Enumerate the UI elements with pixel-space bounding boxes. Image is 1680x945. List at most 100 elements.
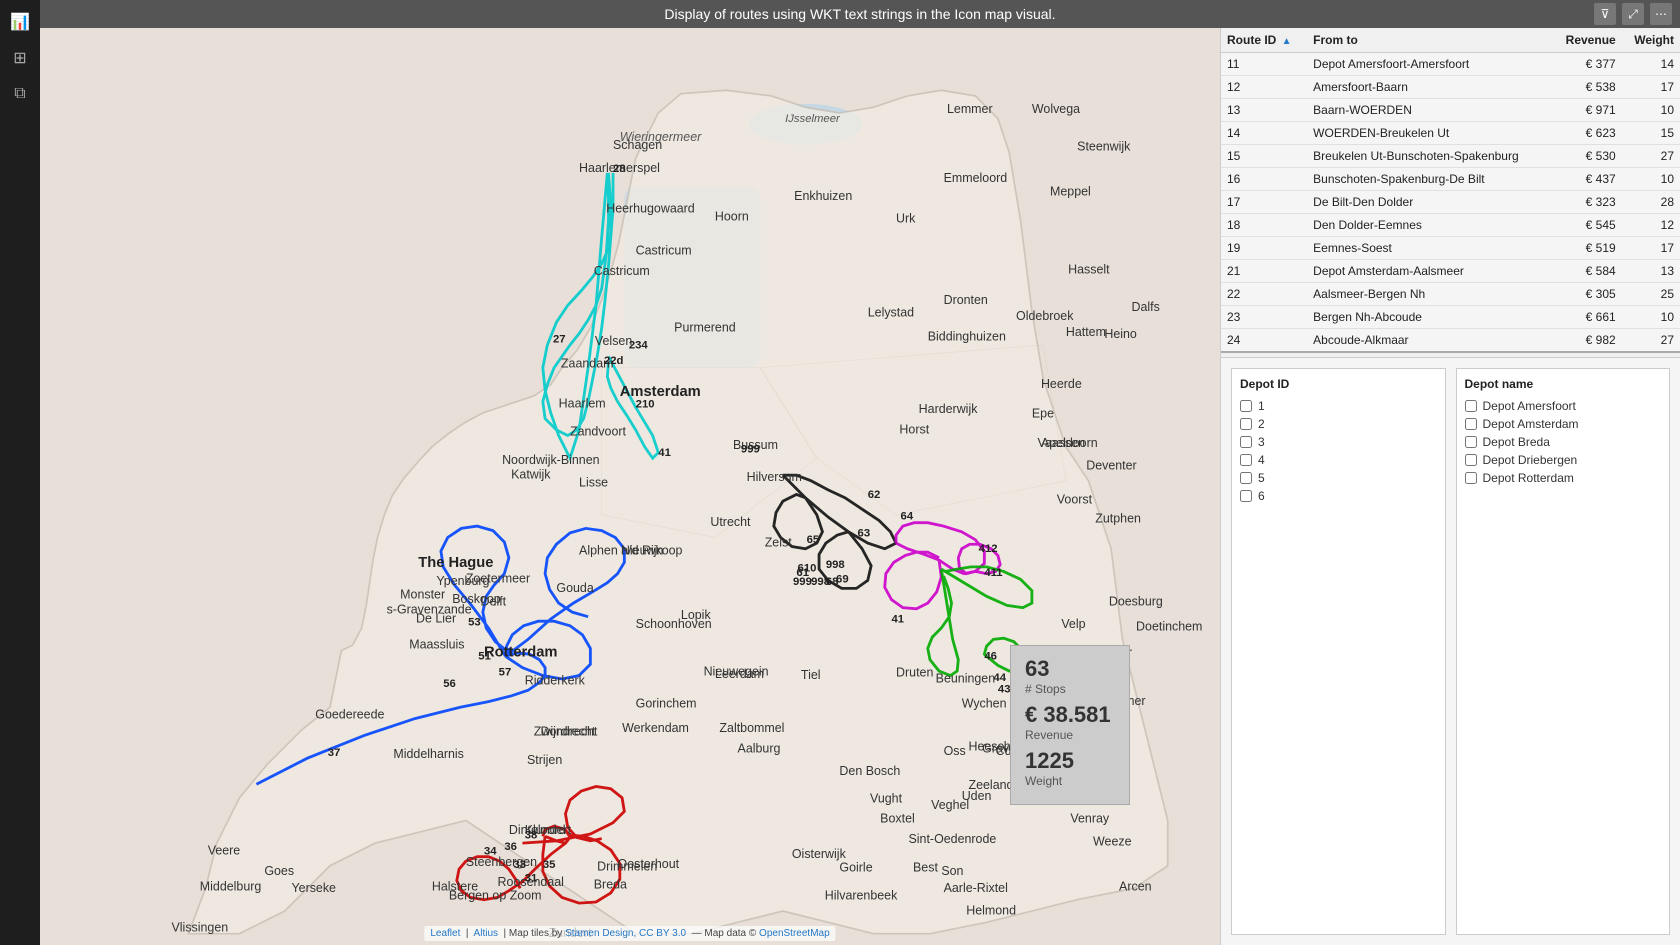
depot-name-filter-item[interactable]: Depot Driebergen [1465, 453, 1662, 467]
table-row[interactable]: 12 Amersfoort-Baarn € 538 17 [1221, 76, 1680, 99]
depot-name-filter-item[interactable]: Depot Amersfoort [1465, 399, 1662, 413]
svg-text:Uden: Uden [962, 789, 992, 803]
depot-id-checkbox[interactable] [1240, 490, 1252, 502]
table-row[interactable]: 15 Breukelen Ut-Bunschoten-Spakenburg € … [1221, 145, 1680, 168]
depot-name-filter-item[interactable]: Depot Rotterdam [1465, 471, 1662, 485]
col-weight[interactable]: Weight [1622, 28, 1680, 53]
expand-icon[interactable]: ⤢ [1622, 3, 1644, 25]
table-row[interactable]: 17 De Bilt-Den Dolder € 323 28 [1221, 191, 1680, 214]
depot-id-filter-item[interactable]: 4 [1240, 453, 1437, 467]
depot-name-filter-item[interactable]: Depot Amsterdam [1465, 417, 1662, 431]
svg-text:65: 65 [807, 534, 820, 546]
depot-name-checkbox[interactable] [1465, 454, 1477, 466]
depot-name-label: Depot Driebergen [1483, 453, 1578, 467]
depot-id-filter-item[interactable]: 2 [1240, 417, 1437, 431]
tooltip-revenue-label: Revenue [1025, 728, 1115, 742]
svg-text:Halstere: Halstere [432, 880, 478, 894]
title-bar: Display of routes using WKT text strings… [40, 0, 1680, 28]
cell-weight: 27 [1622, 329, 1680, 353]
depot-name-checkbox[interactable] [1465, 418, 1477, 430]
svg-text:Strijen: Strijen [527, 753, 562, 767]
cell-from-to: Depot Amersfoort-Amersfoort [1307, 53, 1552, 76]
map-container[interactable]: Wolvega Lemmer IJsselmeer Enkhuizen Stee… [40, 28, 1220, 945]
svg-text:411: 411 [984, 567, 1002, 579]
leaflet-link[interactable]: Leaflet [430, 928, 460, 939]
chart-sidebar-icon[interactable]: 📊 [6, 8, 34, 36]
depot-id-filter-item[interactable]: 1 [1240, 399, 1437, 413]
cell-weight: 25 [1622, 283, 1680, 306]
depot-id-filter-item[interactable]: 6 [1240, 489, 1437, 503]
filter-icon[interactable]: ⊽ [1594, 3, 1616, 25]
cell-revenue: € 323 [1552, 191, 1622, 214]
svg-text:Horst: Horst [899, 422, 929, 436]
svg-text:Steenwijk: Steenwijk [1077, 139, 1131, 153]
table-row[interactable]: 14 WOERDEN-Breukelen Ut € 623 15 [1221, 122, 1680, 145]
svg-text:Heino: Heino [1104, 327, 1137, 341]
layers-sidebar-icon[interactable]: ⧉ [6, 80, 34, 108]
main-content: Display of routes using WKT text strings… [40, 0, 1680, 945]
depot-id-label: 5 [1258, 471, 1265, 485]
depot-id-label: 1 [1258, 399, 1265, 413]
svg-text:999: 999 [741, 444, 760, 456]
table-row[interactable]: 11 Depot Amersfoort-Amersfoort € 377 14 [1221, 53, 1680, 76]
svg-text:Steenbergen: Steenbergen [466, 855, 537, 869]
depot-id-checkbox[interactable] [1240, 472, 1252, 484]
cell-revenue: € 584 [1552, 260, 1622, 283]
svg-text:41: 41 [892, 613, 905, 625]
cell-revenue: € 377 [1552, 53, 1622, 76]
col-route-id[interactable]: Route ID ▲ [1221, 28, 1307, 53]
svg-text:28: 28 [613, 163, 626, 175]
grid-sidebar-icon[interactable]: ⊞ [6, 44, 34, 72]
table-row[interactable]: 21 Depot Amsterdam-Aalsmeer € 584 13 [1221, 260, 1680, 283]
svg-text:64: 64 [901, 510, 914, 522]
svg-text:22d: 22d [604, 355, 624, 367]
svg-text:Den Bosch: Den Bosch [839, 764, 900, 778]
depot-name-filter-item[interactable]: Depot Breda [1465, 435, 1662, 449]
depot-name-checkbox[interactable] [1465, 436, 1477, 448]
svg-text:Oss: Oss [944, 744, 966, 758]
depot-id-checkbox[interactable] [1240, 418, 1252, 430]
depot-id-checkbox[interactable] [1240, 400, 1252, 412]
table-row[interactable]: 23 Bergen Nh-Abcoude € 661 10 [1221, 306, 1680, 329]
depot-id-filter-item[interactable]: 5 [1240, 471, 1437, 485]
svg-text:Biddinghuizen: Biddinghuizen [928, 329, 1006, 343]
col-revenue[interactable]: Revenue [1552, 28, 1622, 53]
table-row[interactable]: 24 Abcoude-Alkmaar € 982 27 [1221, 329, 1680, 353]
svg-text:Drimmelen: Drimmelen [597, 859, 657, 873]
table-row[interactable]: 19 Eemnes-Soest € 519 17 [1221, 237, 1680, 260]
svg-text:210: 210 [636, 398, 655, 410]
cell-from-to: Aalsmeer-Bergen Nh [1307, 283, 1552, 306]
osm-link[interactable]: OpenStreetMap [759, 928, 830, 939]
depot-name-filter: Depot name Depot AmersfoortDepot Amsterd… [1456, 368, 1671, 935]
depot-name-checkbox[interactable] [1465, 472, 1477, 484]
svg-text:34: 34 [484, 845, 497, 857]
table-row[interactable]: 22 Aalsmeer-Bergen Nh € 305 25 [1221, 283, 1680, 306]
col-from-to[interactable]: From to [1307, 28, 1552, 53]
depot-id-checkbox[interactable] [1240, 436, 1252, 448]
svg-text:Yerseke: Yerseke [292, 881, 337, 895]
cell-revenue: € 305 [1552, 283, 1622, 306]
svg-text:Sint-Oedenrode: Sint-Oedenrode [908, 832, 996, 846]
svg-text:Urk: Urk [896, 212, 916, 226]
more-icon[interactable]: ⋯ [1650, 3, 1672, 25]
svg-text:Velp: Velp [1061, 617, 1085, 631]
depot-id-label: 3 [1258, 435, 1265, 449]
svg-text:38: 38 [525, 830, 538, 842]
table-row[interactable]: 16 Bunschoten-Spakenburg-De Bilt € 437 1… [1221, 168, 1680, 191]
svg-text:Hattem: Hattem [1066, 325, 1106, 339]
table-row[interactable]: 18 Den Dolder-Eemnes € 545 12 [1221, 214, 1680, 237]
depot-name-checkbox[interactable] [1465, 400, 1477, 412]
depot-id-checkbox[interactable] [1240, 454, 1252, 466]
altius-link[interactable]: Altius [474, 928, 498, 939]
svg-text:The Hague: The Hague [418, 555, 493, 571]
table-row[interactable]: 13 Baarn-WOERDEN € 971 10 [1221, 99, 1680, 122]
svg-text:Lelystad: Lelystad [868, 306, 914, 320]
stamen-link[interactable]: Stamen Design, CC BY 3.0 [565, 928, 686, 939]
svg-text:Venray: Venray [1070, 812, 1110, 826]
depot-id-filter-item[interactable]: 3 [1240, 435, 1437, 449]
svg-text:Hoorn: Hoorn [715, 209, 749, 223]
cell-weight: 10 [1622, 99, 1680, 122]
data-table: Route ID ▲ From to Revenue Weight 11 Dep… [1221, 28, 1680, 358]
depot-name-items: Depot Amersfoort Depot Amsterdam Depot Bre… [1465, 399, 1662, 485]
cell-route-id: 12 [1221, 76, 1307, 99]
